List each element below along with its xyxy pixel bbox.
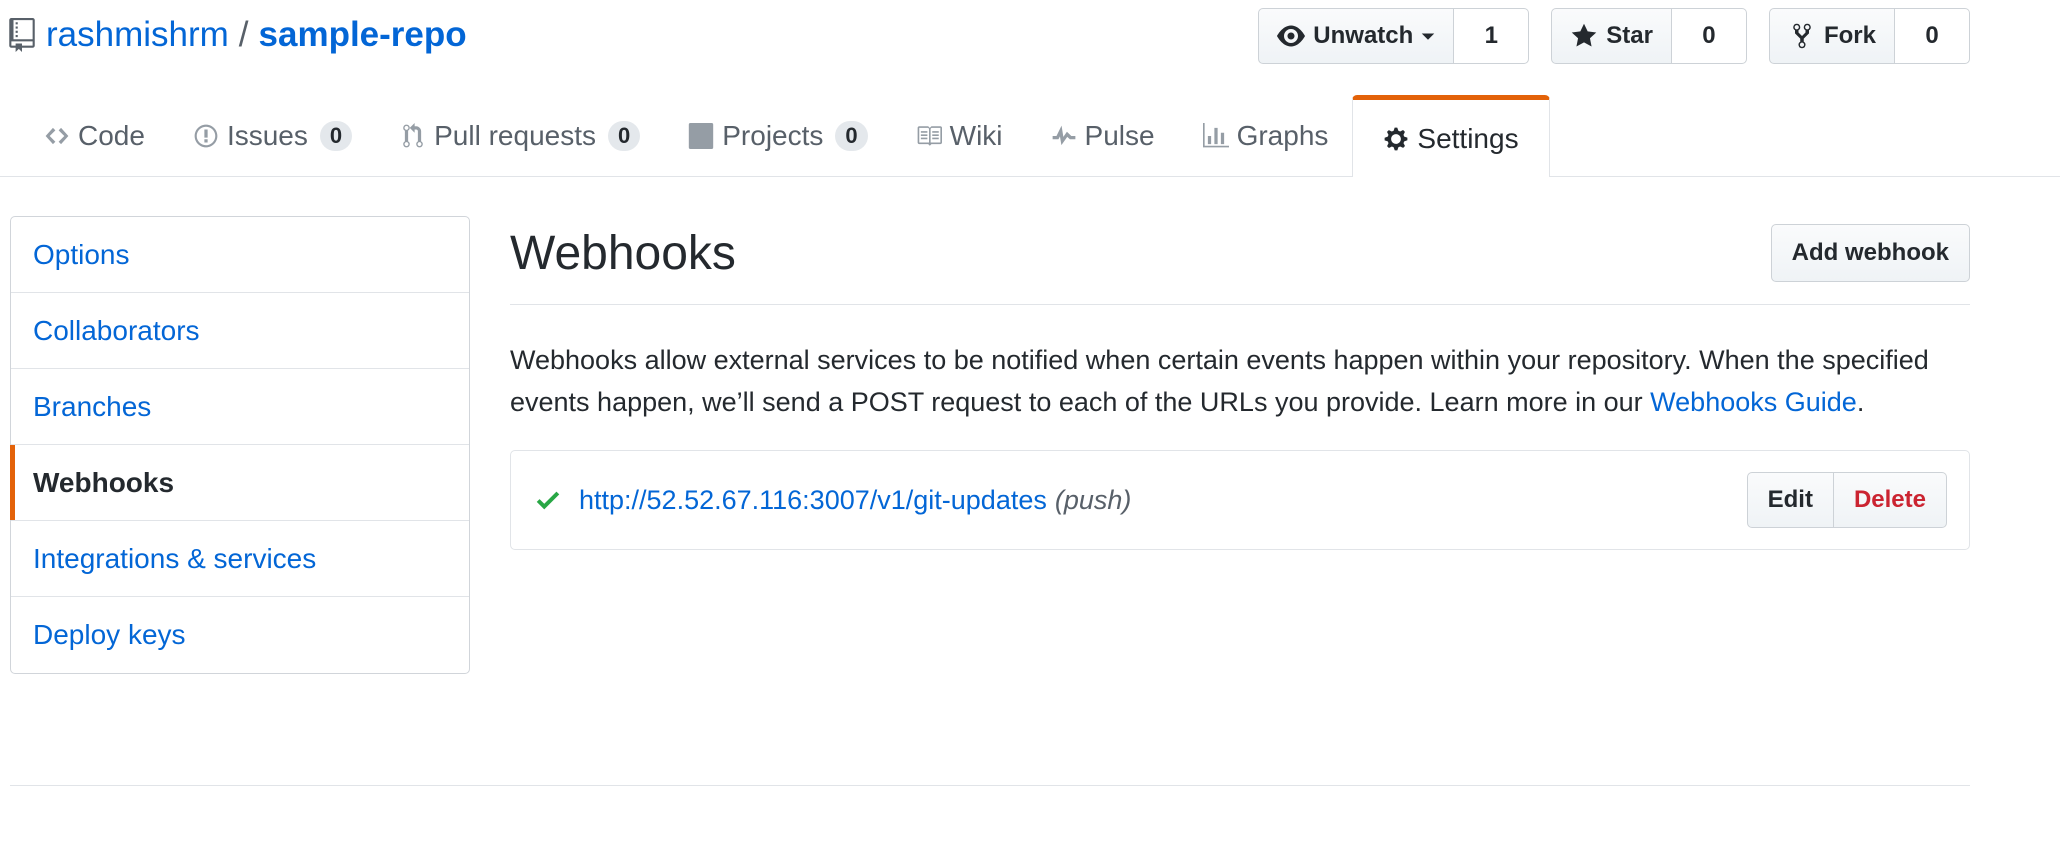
code-icon — [45, 127, 69, 145]
add-webhook-button[interactable]: Add webhook — [1770, 224, 1970, 282]
webhook-actions: Edit Delete — [1746, 472, 1947, 528]
stargazers-count[interactable]: 0 — [1671, 8, 1747, 64]
star-icon — [1572, 23, 1597, 47]
forks-count[interactable]: 0 — [1895, 8, 1970, 64]
sidebar-item-branches[interactable]: Branches — [11, 369, 469, 445]
sidebar-item-collaborators[interactable]: Collaborators — [11, 293, 469, 369]
pulse-icon — [1052, 125, 1075, 146]
sidebar-item-webhooks[interactable]: Webhooks — [10, 445, 469, 521]
repo-name-link[interactable]: sample-repo — [259, 15, 467, 55]
git-pull-request-icon — [403, 123, 423, 148]
issue-icon — [194, 124, 218, 148]
fork-button[interactable]: Fork — [1768, 8, 1895, 64]
tab-wiki-label: Wiki — [949, 120, 1003, 151]
webhooks-description: Webhooks allow external services to be n… — [510, 339, 1970, 423]
pull-requests-counter: 0 — [608, 121, 641, 151]
path-separator: / — [238, 15, 249, 54]
page-title: Webhooks — [510, 227, 736, 280]
repo-nav: Code Issues 0 Pull requests 0 Projects 0… — [20, 95, 1550, 177]
tab-issues[interactable]: Issues 0 — [169, 96, 376, 176]
gear-icon — [1385, 127, 1408, 150]
repo-title: rashmishrm / sample-repo — [8, 10, 467, 60]
repo-actions: Unwatch 1 Star 0 Fork 0 — [1258, 8, 1970, 64]
watchers-count[interactable]: 1 — [1454, 8, 1530, 64]
repo-icon — [9, 18, 35, 52]
tab-graphs-label: Graphs — [1236, 120, 1329, 151]
webhooks-guide-link[interactable]: Webhooks Guide — [1650, 387, 1857, 417]
repo-header: rashmishrm / sample-repo Unwatch 1 Star — [0, 0, 2060, 177]
tab-graphs[interactable]: Graphs — [1179, 96, 1353, 176]
tab-settings[interactable]: Settings — [1352, 95, 1550, 177]
delete-webhook-button[interactable]: Delete — [1833, 472, 1947, 528]
check-icon — [536, 491, 560, 510]
tab-wiki[interactable]: Wiki — [892, 96, 1027, 176]
tab-pulse-label: Pulse — [1084, 120, 1155, 151]
tab-settings-label: Settings — [1417, 122, 1519, 154]
project-icon — [689, 123, 714, 149]
tab-code[interactable]: Code — [20, 96, 169, 176]
sidebar-item-integrations[interactable]: Integrations & services — [11, 521, 469, 597]
webhook-list: http://52.52.67.116:3007/v1/git-updates … — [510, 450, 1970, 550]
tab-pulse[interactable]: Pulse — [1027, 96, 1179, 176]
unwatch-label: Unwatch — [1313, 22, 1414, 49]
projects-counter: 0 — [835, 121, 868, 151]
description-end: . — [1856, 387, 1865, 417]
issues-counter: 0 — [319, 121, 353, 151]
footer-divider — [10, 785, 1970, 786]
star-group: Star 0 — [1551, 8, 1747, 64]
webhook-item: http://52.52.67.116:3007/v1/git-updates … — [533, 451, 1131, 549]
webhook-url-link[interactable]: http://52.52.67.116:3007/v1/git-updates — [579, 485, 1047, 516]
webhook-events: (push) — [1054, 484, 1132, 515]
fork-group: Fork 0 — [1768, 8, 1970, 64]
graph-icon — [1202, 123, 1229, 148]
eye-icon — [1277, 25, 1306, 47]
tab-pull-requests-label: Pull requests — [434, 120, 596, 151]
sidebar-item-deploy-keys[interactable]: Deploy keys — [11, 597, 469, 673]
tab-pull-requests[interactable]: Pull requests 0 — [376, 96, 664, 176]
settings-sidebar: Options Collaborators Branches Webhooks … — [10, 216, 470, 674]
tab-projects-label: Projects — [722, 120, 824, 151]
star-button[interactable]: Star — [1551, 8, 1672, 64]
caret-down-icon — [1422, 33, 1435, 40]
tab-projects[interactable]: Projects 0 — [664, 96, 891, 176]
star-label: Star — [1606, 22, 1653, 49]
webhooks-panel: Webhooks Add webhook Webhooks allow exte… — [510, 216, 1970, 550]
tab-issues-label: Issues — [226, 120, 308, 151]
repo-owner-link[interactable]: rashmishrm — [46, 15, 229, 55]
fork-label: Fork — [1823, 22, 1876, 49]
watch-group: Unwatch 1 — [1258, 8, 1530, 64]
subhead: Webhooks Add webhook — [510, 216, 1970, 305]
unwatch-button[interactable]: Unwatch — [1258, 8, 1455, 64]
book-icon — [917, 126, 942, 146]
tab-code-label: Code — [78, 120, 145, 151]
fork-icon — [1793, 23, 1811, 49]
edit-webhook-button[interactable]: Edit — [1746, 472, 1834, 528]
sidebar-item-options[interactable]: Options — [11, 217, 469, 293]
